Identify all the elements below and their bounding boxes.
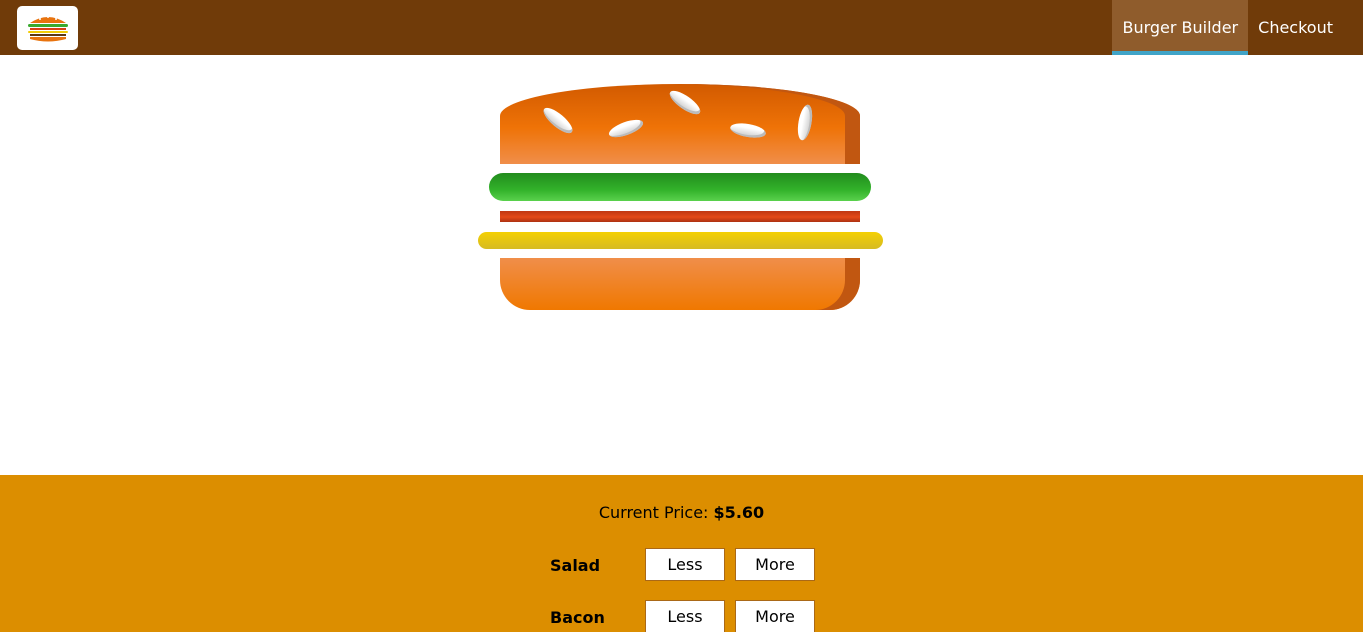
control-label-bacon: Bacon	[550, 608, 605, 627]
seed	[666, 86, 704, 119]
nav-burger-builder[interactable]: Burger Builder	[1112, 0, 1249, 55]
salad-less-button[interactable]: Less	[645, 548, 725, 581]
bread-bottom	[500, 258, 860, 310]
ingredient-cheese	[478, 232, 883, 249]
seed	[729, 120, 767, 141]
main-nav: Burger Builder Checkout	[1112, 0, 1343, 55]
build-controls: Current Price: $5.60 Salad Less More Bac…	[0, 475, 1363, 632]
price-label: Current Price:	[598, 503, 709, 522]
seed	[795, 103, 815, 142]
nav-checkout[interactable]: Checkout	[1248, 0, 1343, 55]
control-row-bacon: Bacon Less More	[550, 600, 820, 632]
ingredient-bacon	[500, 211, 860, 222]
burger-logo-svg	[27, 15, 68, 41]
toolbar: Burger Builder Checkout	[0, 0, 1363, 55]
bread-top	[500, 84, 860, 164]
price-value: $5.60	[713, 503, 765, 522]
current-price: Current Price: $5.60	[0, 503, 1363, 522]
ingredient-salad	[489, 173, 871, 201]
seed	[540, 103, 576, 138]
control-row-salad: Salad Less More	[550, 548, 820, 581]
burger-logo-icon[interactable]	[17, 5, 78, 50]
control-label-salad: Salad	[550, 556, 601, 575]
bacon-less-button[interactable]: Less	[645, 600, 725, 632]
bacon-more-button[interactable]: More	[735, 600, 815, 632]
salad-more-button[interactable]: More	[735, 548, 815, 581]
burger-preview	[0, 55, 1363, 475]
seed	[606, 116, 646, 141]
